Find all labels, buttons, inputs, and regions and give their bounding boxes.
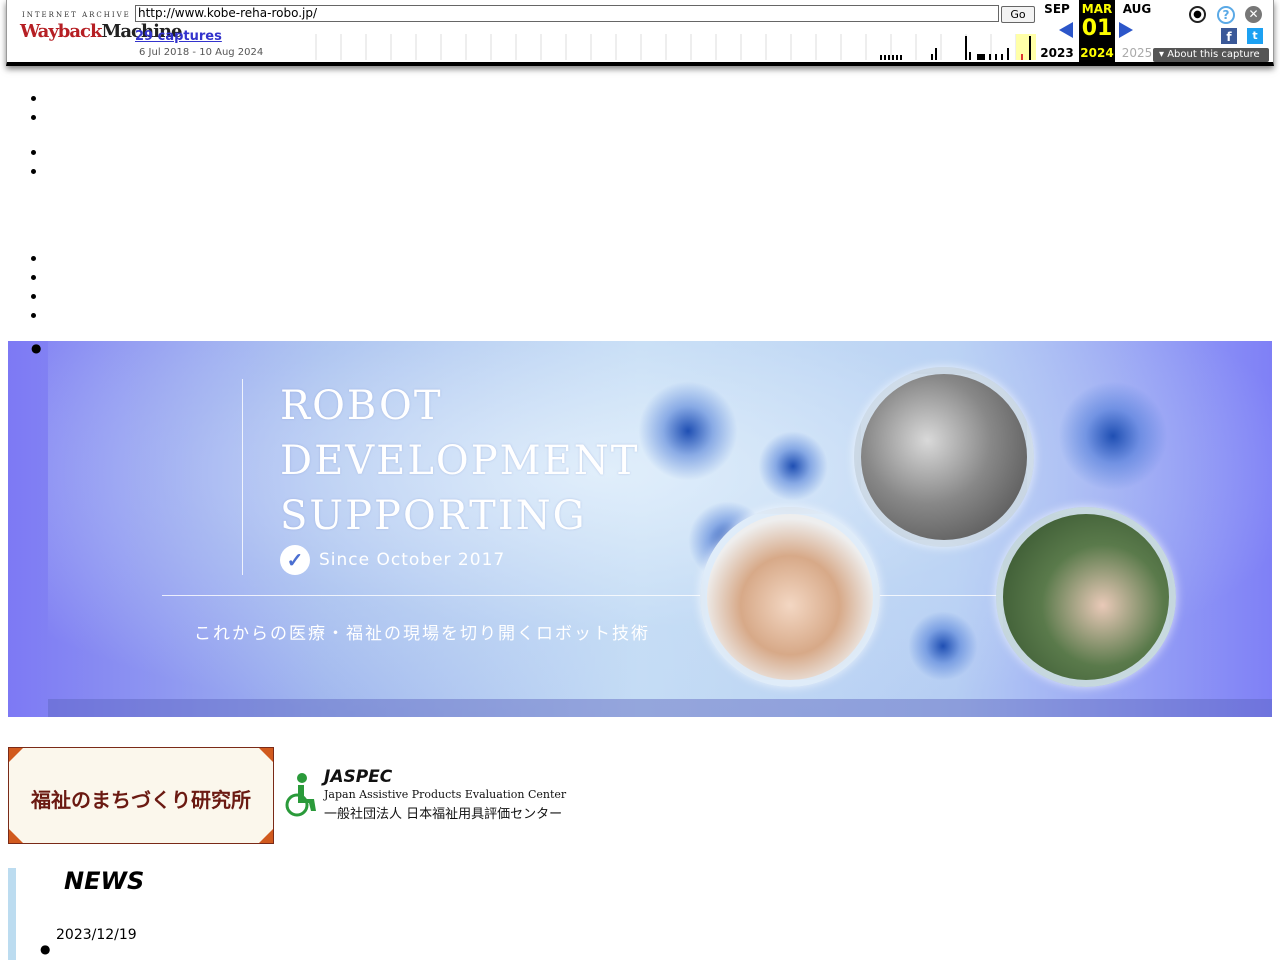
current-month-column: MAR 01 2024 (1079, 0, 1115, 62)
next-capture-arrow-icon[interactable] (1119, 22, 1133, 38)
top-nav-list-1 (0, 89, 48, 127)
wayback-toolbar: INTERNET ARCHIVE WaybackMachine http://w… (6, 0, 1274, 66)
next-month-label: AUG (1122, 2, 1152, 16)
jaspec-name: JASPEC (324, 767, 393, 787)
jaspec-banner[interactable]: JASPEC Japan Assistive Products Evaluati… (282, 767, 566, 825)
hero-line-1: ROBOT (280, 383, 443, 429)
slider-bullet: ● (31, 341, 42, 355)
jaspec-logo-icon (285, 773, 316, 817)
go-button[interactable]: Go (1001, 6, 1035, 23)
banner1-text: 福祉のまちづくり研究所 (31, 788, 251, 812)
captures-link[interactable]: 29 captures (135, 29, 222, 44)
next-month-column[interactable]: AUG 2025 (1119, 0, 1155, 62)
hero-line-2: DEVELOPMENT (280, 438, 640, 484)
prev-year-label: 2023 (1040, 46, 1074, 60)
check-badge-icon: ✓ (280, 545, 310, 575)
current-day-label: 01 (1081, 16, 1113, 41)
news-heading: NEWS (64, 867, 145, 895)
capture-date-range: 6 Jul 2018 - 10 Aug 2024 (139, 47, 264, 58)
url-input[interactable]: http://www.kobe-reha-robo.jp/ (135, 5, 999, 22)
about-capture-button[interactable]: ▾ About this capture (1153, 48, 1269, 62)
prev-month-column[interactable]: SEP 2023 (1039, 0, 1075, 62)
jaspec-japanese: 一般社団法人 日本福祉用具評価センター (324, 807, 563, 822)
hero-tagline: これからの医療・福祉の現場を切り開くロボット技術 (194, 624, 650, 644)
bokeh-glow (1058, 381, 1168, 491)
top-nav-list-2 (0, 143, 48, 181)
caliper-photo (854, 367, 1034, 547)
bokeh-glow (908, 611, 978, 681)
logo-internet-archive: INTERNET ARCHIVE (22, 11, 131, 19)
hero-line-3: SUPPORTING (280, 493, 587, 539)
hero-banner[interactable]: ROBOT DEVELOPMENT SUPPORTING ✓ Since Oct… (8, 341, 1272, 717)
main-menu (0, 249, 48, 325)
close-icon[interactable]: ✕ (1245, 6, 1262, 23)
twitter-share-icon[interactable]: t (1247, 28, 1263, 44)
help-icon[interactable]: ? (1217, 6, 1235, 24)
list-bullet: ● (40, 942, 51, 956)
month-navigator: SEP 2023 MAR 01 2024 AUG 2025 (1039, 0, 1155, 62)
jaspec-english: Japan Assistive Products Evaluation Cent… (324, 788, 567, 801)
bokeh-glow (758, 431, 828, 501)
hero-since: Since October 2017 (319, 550, 506, 570)
prev-month-label: SEP (1044, 2, 1070, 16)
wayback-logo[interactable]: INTERNET ARCHIVE WaybackMachine (20, 8, 182, 54)
news-date: 2023/12/19 (56, 927, 137, 943)
current-year-label: 2024 (1080, 46, 1114, 60)
hands-photo (700, 507, 880, 687)
bokeh-glow (638, 381, 738, 481)
news-section: NEWS 2023/12/19 ● (8, 867, 1272, 960)
facebook-share-icon[interactable]: f (1221, 28, 1237, 44)
wheelchair-photo (996, 507, 1176, 687)
next-year-label: 2025 (1121, 46, 1153, 60)
prev-capture-arrow-icon[interactable] (1059, 22, 1073, 38)
user-account-icon[interactable]: ● (1189, 6, 1206, 23)
hero-headline: ROBOT DEVELOPMENT SUPPORTING (280, 379, 639, 544)
capture-sparkline[interactable] (309, 32, 1036, 60)
welfare-town-institute-banner[interactable]: 福祉のまちづくり研究所 (8, 747, 274, 844)
